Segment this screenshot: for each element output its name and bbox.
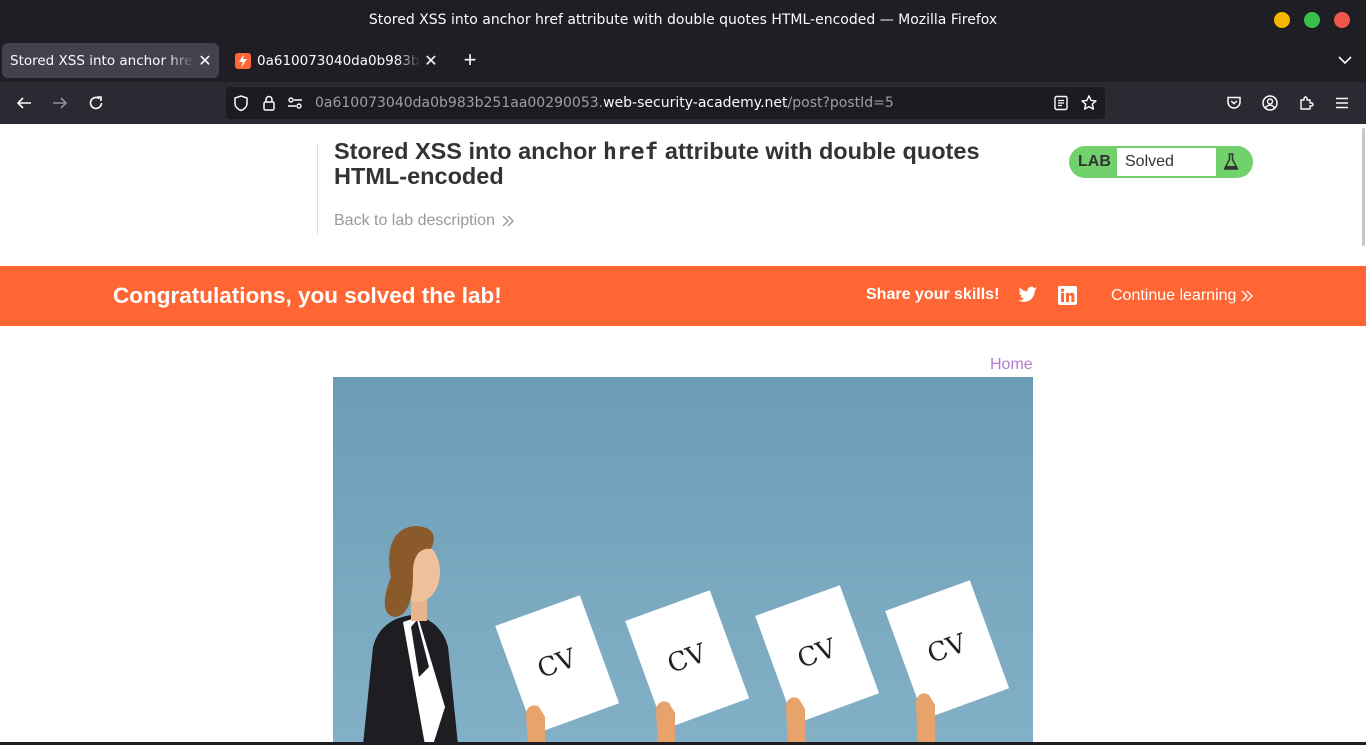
- close-window-button[interactable]: [1334, 12, 1350, 28]
- tab-exploit-server[interactable]: 0a610073040da0b983b251aa00290053.web-sec…: [227, 43, 445, 78]
- double-chevron-right-icon: [1241, 290, 1254, 302]
- lab-title-code: href: [602, 139, 659, 165]
- back-to-lab-description-link[interactable]: Back to lab description: [334, 212, 515, 230]
- padlock-icon[interactable]: [260, 94, 278, 112]
- address-bar[interactable]: 0a610073040da0b983b251aa00290053.web-sec…: [226, 87, 1105, 119]
- scrollbar-thumb[interactable]: [1362, 128, 1365, 246]
- tab-bar: Stored XSS into anchor href attribute wi…: [0, 39, 1366, 82]
- lightning-icon: [235, 52, 251, 69]
- header-divider: [317, 144, 318, 234]
- cv-paper: CV: [495, 595, 620, 735]
- linkedin-icon[interactable]: [1058, 286, 1077, 305]
- navigation-toolbar: 0a610073040da0b983b251aa00290053.web-sec…: [0, 82, 1366, 124]
- close-tab-icon[interactable]: ✕: [421, 51, 441, 70]
- reload-icon[interactable]: [84, 91, 108, 115]
- blog-post-image: CV CV CV CV: [333, 377, 1033, 745]
- lab-header: Stored XSS into anchor href attribute wi…: [0, 124, 1366, 266]
- pocket-icon[interactable]: [1222, 91, 1246, 115]
- window-titlebar: Stored XSS into anchor href attribute wi…: [0, 0, 1366, 39]
- back-link-label: Back to lab description: [334, 212, 495, 229]
- bookmark-star-icon[interactable]: [1080, 94, 1098, 112]
- cv-paper: CV: [885, 580, 1010, 720]
- site-permissions-icon[interactable]: [286, 94, 304, 112]
- woman-figure: [363, 526, 458, 745]
- tab-lab-post[interactable]: Stored XSS into anchor href attribute wi…: [2, 43, 219, 78]
- tab-label: Stored XSS into anchor href attribute wi…: [10, 52, 195, 69]
- job-applicants-illustration: CV CV CV CV: [363, 526, 1010, 745]
- new-tab-button[interactable]: +: [458, 47, 482, 73]
- menu-hamburger-icon[interactable]: [1330, 91, 1354, 115]
- url-text: 0a610073040da0b983b251aa00290053.web-sec…: [315, 95, 894, 111]
- extensions-icon[interactable]: [1294, 91, 1318, 115]
- continue-learning-link[interactable]: Continue learning: [1111, 287, 1254, 305]
- tracking-shield-icon[interactable]: [232, 94, 250, 112]
- list-all-tabs-icon[interactable]: [1334, 49, 1356, 71]
- forward-arrow-icon[interactable]: [48, 91, 72, 115]
- lab-status-text: Solved: [1117, 148, 1216, 176]
- flask-icon: [1221, 152, 1241, 172]
- close-tab-icon[interactable]: ✕: [195, 51, 215, 70]
- lab-badge-label: LAB: [1078, 153, 1111, 170]
- window-controls: [1274, 12, 1350, 28]
- congratulations-message: Congratulations, you solved the lab!: [113, 283, 502, 308]
- window-title: Stored XSS into anchor href attribute wi…: [368, 11, 998, 28]
- share-skills-label: Share your skills!: [866, 286, 1000, 303]
- double-chevron-right-icon: [502, 215, 514, 227]
- continue-learning-label: Continue learning: [1111, 287, 1237, 304]
- solved-banner: Congratulations, you solved the lab! Sha…: [0, 266, 1366, 326]
- maximize-button[interactable]: [1304, 12, 1320, 28]
- cv-paper: CV: [755, 585, 880, 725]
- home-link[interactable]: Home: [990, 356, 1033, 374]
- page-scrollbar[interactable]: [1360, 124, 1366, 745]
- tab-label: 0a610073040da0b983b251aa00290053.web-sec…: [257, 52, 421, 69]
- minimize-button[interactable]: [1274, 12, 1290, 28]
- reader-view-icon[interactable]: [1052, 94, 1070, 112]
- account-icon[interactable]: [1258, 91, 1282, 115]
- back-arrow-icon[interactable]: [12, 91, 36, 115]
- lab-status-badge: LAB Solved: [1069, 146, 1253, 178]
- twitter-icon[interactable]: [1018, 286, 1038, 306]
- lab-title: Stored XSS into anchor href attribute wi…: [334, 138, 980, 189]
- cv-paper: CV: [625, 590, 750, 730]
